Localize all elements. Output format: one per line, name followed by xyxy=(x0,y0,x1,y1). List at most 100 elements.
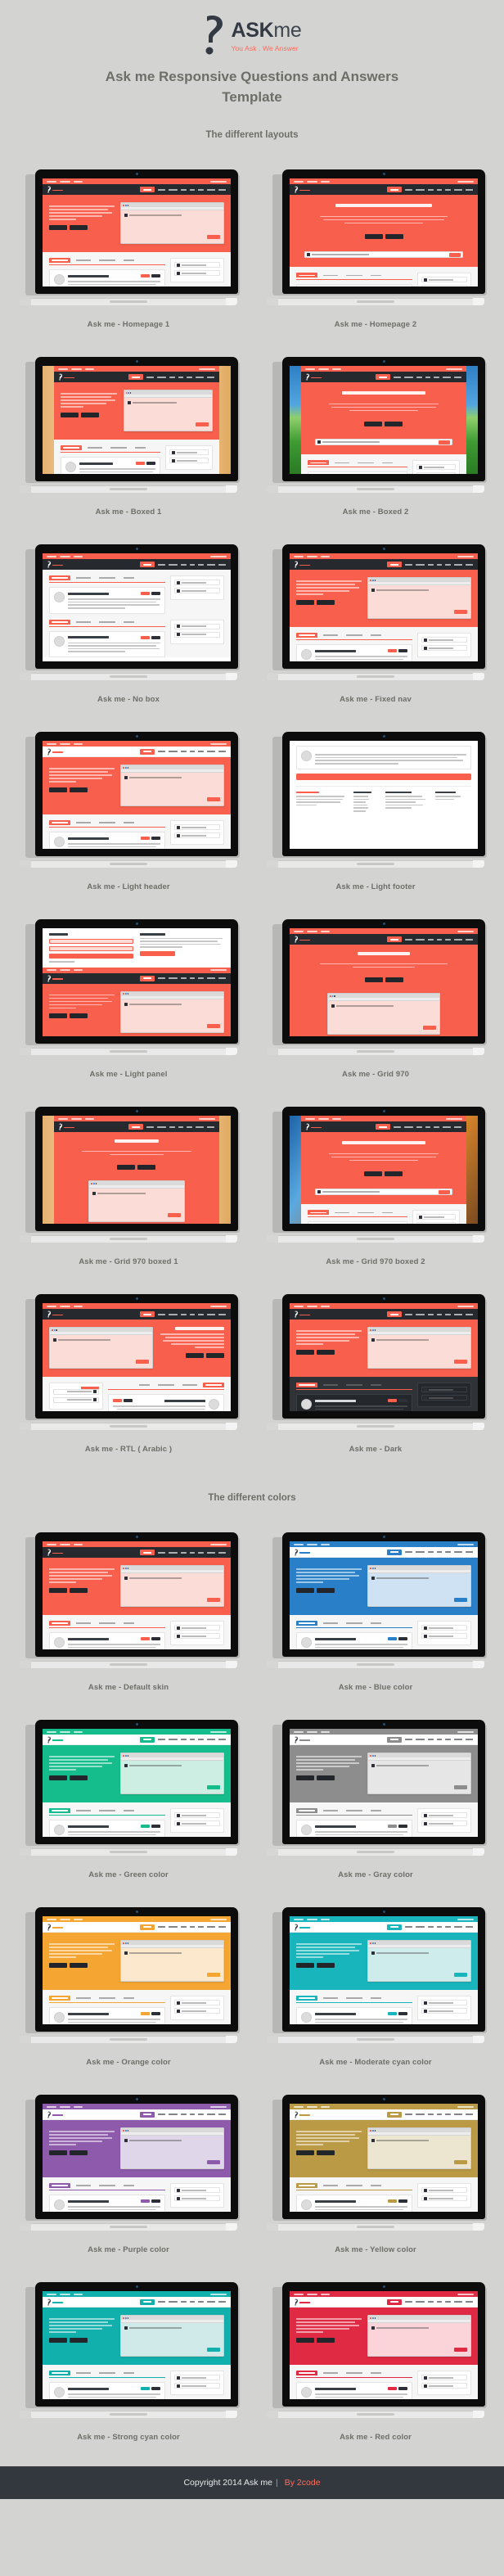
preview-label: Ask me - Boxed 1 xyxy=(95,508,162,517)
logo-title-thin: me xyxy=(273,18,302,42)
preview-card-ask-me-fixed-nav[interactable]: Ask me - Fixed nav xyxy=(252,521,499,709)
laptop-mockup-ask-me-fixed-nav[interactable] xyxy=(261,533,490,682)
preview-card-ask-me-yellow-color[interactable]: Ask me - Yellow color xyxy=(252,2072,499,2259)
preview-card-ask-me-strong-cyan-color[interactable]: Ask me - Strong cyan color xyxy=(5,2259,252,2447)
webcam-icon xyxy=(382,1536,385,1539)
laptop-screen xyxy=(290,2291,478,2400)
laptop-mockup-ask-me-grid-970-boxed-2[interactable] xyxy=(261,1095,490,1244)
laptop-mockup-ask-me-green-color[interactable] xyxy=(14,1708,243,1857)
laptop-mockup-ask-me-homepage-2[interactable] xyxy=(261,158,490,307)
preview-label: Ask me - Grid 970 xyxy=(342,1070,409,1080)
preview-card-ask-me-grid-970-boxed-2[interactable]: Ask me - Grid 970 boxed 2 xyxy=(252,1084,499,1271)
laptop-mockup-ask-me-grid-970-boxed-1[interactable] xyxy=(14,1095,243,1244)
preview-card-ask-me-default-skin[interactable]: Ask me - Default skin xyxy=(5,1509,252,1697)
laptop-mockup-ask-me-orange-color[interactable] xyxy=(14,1896,243,2045)
webcam-icon xyxy=(135,2098,138,2101)
brand-logo: ASKme You Ask . We Answer xyxy=(0,0,504,56)
webcam-icon xyxy=(382,1911,385,1914)
laptop-mockup-ask-me-gray-color[interactable] xyxy=(261,1708,490,1857)
laptop-mockup-ask-me-light-header[interactable] xyxy=(14,720,243,869)
preview-card-ask-me-homepage-1[interactable]: Ask me - Homepage 1 xyxy=(5,147,252,334)
preview-card-ask-me-light-footer[interactable]: Ask me - Light footer xyxy=(252,709,499,896)
preview-label: Ask me - Homepage 1 xyxy=(87,320,170,330)
laptop-mockup-ask-me-boxed-2[interactable] xyxy=(261,345,490,494)
preview-card-ask-me-light-header[interactable]: Ask me - Light header xyxy=(5,709,252,896)
webcam-icon xyxy=(382,735,385,738)
laptop-lid xyxy=(282,1107,485,1232)
laptop-mockup-ask-me-blue-color[interactable] xyxy=(261,1521,490,1670)
preview-card-ask-me-blue-color[interactable]: Ask me - Blue color xyxy=(252,1509,499,1697)
preview-label: Ask me - Yellow color xyxy=(335,2245,416,2255)
laptop-screen xyxy=(43,1916,231,2025)
laptop-base xyxy=(20,485,237,494)
preview-card-ask-me-light-panel[interactable]: Ask me - Light panel xyxy=(5,896,252,1084)
laptop-mockup-ask-me-dark[interactable] xyxy=(261,1283,490,1432)
preview-card-ask-me-purple-color[interactable]: Ask me - Purple color xyxy=(5,2072,252,2259)
laptop-mockup-ask-me-moderate-cyan-color[interactable] xyxy=(261,1896,490,2045)
preview-card-ask-me-boxed-2[interactable]: Ask me - Boxed 2 xyxy=(252,334,499,521)
preview-card-ask-me-gray-color[interactable]: Ask me - Gray color xyxy=(252,1697,499,1884)
preview-card-ask-me-moderate-cyan-color[interactable]: Ask me - Moderate cyan color xyxy=(252,1884,499,2072)
preview-card-ask-me-red-color[interactable]: Ask me - Red color xyxy=(252,2259,499,2447)
webcam-icon xyxy=(135,1536,138,1539)
laptop-base xyxy=(20,1848,237,1856)
laptop-screen xyxy=(290,1303,478,1412)
laptop-mockup-ask-me-homepage-1[interactable] xyxy=(14,158,243,307)
laptop-screen xyxy=(43,1541,231,1650)
preview-card-ask-me-no-box[interactable]: Ask me - No box xyxy=(5,521,252,709)
webcam-icon xyxy=(382,923,385,926)
webcam-icon xyxy=(135,735,138,738)
colors-grid: Ask me - Default skin Ask me - Blue color… xyxy=(0,1509,504,2447)
laptop-lid xyxy=(35,1294,238,1419)
laptop-screen xyxy=(43,928,231,1037)
laptop-mockup-ask-me-rtl-arabic[interactable] xyxy=(14,1283,243,1432)
laptop-base xyxy=(20,1235,237,1243)
laptop-base xyxy=(20,298,237,306)
preview-label: Ask me - Boxed 2 xyxy=(342,508,409,517)
preview-card-ask-me-grid-970-boxed-1[interactable]: Ask me - Grid 970 boxed 1 xyxy=(5,1084,252,1271)
preview-card-ask-me-dark[interactable]: Ask me - Dark xyxy=(252,1271,499,1459)
laptop-mockup-ask-me-default-skin[interactable] xyxy=(14,1521,243,1670)
laptop-base xyxy=(267,1423,484,1431)
preview-label: Ask me - Strong cyan color xyxy=(77,2433,180,2443)
webcam-icon xyxy=(135,1911,138,1914)
preview-label: Ask me - Green color xyxy=(88,1870,169,1880)
preview-card-ask-me-homepage-2[interactable]: Ask me - Homepage 2 xyxy=(252,147,499,334)
laptop-screen xyxy=(290,741,478,850)
laptop-mockup-ask-me-light-footer[interactable] xyxy=(261,720,490,869)
laptop-screen xyxy=(290,1916,478,2025)
laptop-mockup-ask-me-yellow-color[interactable] xyxy=(261,2083,490,2232)
laptop-lid xyxy=(35,732,238,857)
preview-card-ask-me-grid-970[interactable]: Ask me - Grid 970 xyxy=(252,896,499,1084)
page-footer: Copyright 2014 Ask me | By 2code xyxy=(0,2466,504,2500)
laptop-screen xyxy=(43,178,231,287)
laptop-lid xyxy=(282,169,485,295)
preview-label: Ask me - Default skin xyxy=(88,1683,169,1693)
preview-card-ask-me-boxed-1[interactable]: Ask me - Boxed 1 xyxy=(5,334,252,521)
webcam-icon xyxy=(135,360,138,363)
laptop-screen xyxy=(290,366,478,475)
preview-card-ask-me-rtl-arabic[interactable]: Ask me - RTL ( Arabic ) xyxy=(5,1271,252,1459)
laptop-mockup-ask-me-purple-color[interactable] xyxy=(14,2083,243,2232)
laptop-mockup-ask-me-light-panel[interactable] xyxy=(14,908,243,1057)
preview-label: Ask me - RTL ( Arabic ) xyxy=(84,1445,173,1455)
preview-label: Ask me - Purple color xyxy=(88,2245,169,2255)
preview-card-ask-me-green-color[interactable]: Ask me - Green color xyxy=(5,1697,252,1884)
laptop-screen xyxy=(43,1116,231,1225)
preview-card-ask-me-orange-color[interactable]: Ask me - Orange color xyxy=(5,1884,252,2072)
laptop-mockup-ask-me-grid-970[interactable] xyxy=(261,908,490,1057)
preview-label: Ask me - Grid 970 boxed 2 xyxy=(326,1257,425,1267)
laptop-screen xyxy=(290,553,478,662)
preview-label: Ask me - Blue color xyxy=(338,1683,413,1693)
footer-author-link[interactable]: By 2code xyxy=(285,2478,321,2488)
preview-label: Ask me - Gray color xyxy=(338,1870,413,1880)
webcam-icon xyxy=(382,548,385,551)
laptop-mockup-ask-me-boxed-1[interactable] xyxy=(14,345,243,494)
webcam-icon xyxy=(135,548,138,551)
question-mark-icon xyxy=(202,15,223,56)
laptop-mockup-ask-me-no-box[interactable] xyxy=(14,533,243,682)
laptop-base xyxy=(267,1048,484,1056)
laptop-mockup-ask-me-strong-cyan-color[interactable] xyxy=(14,2271,243,2420)
laptop-screen xyxy=(43,1303,231,1412)
laptop-mockup-ask-me-red-color[interactable] xyxy=(261,2271,490,2420)
